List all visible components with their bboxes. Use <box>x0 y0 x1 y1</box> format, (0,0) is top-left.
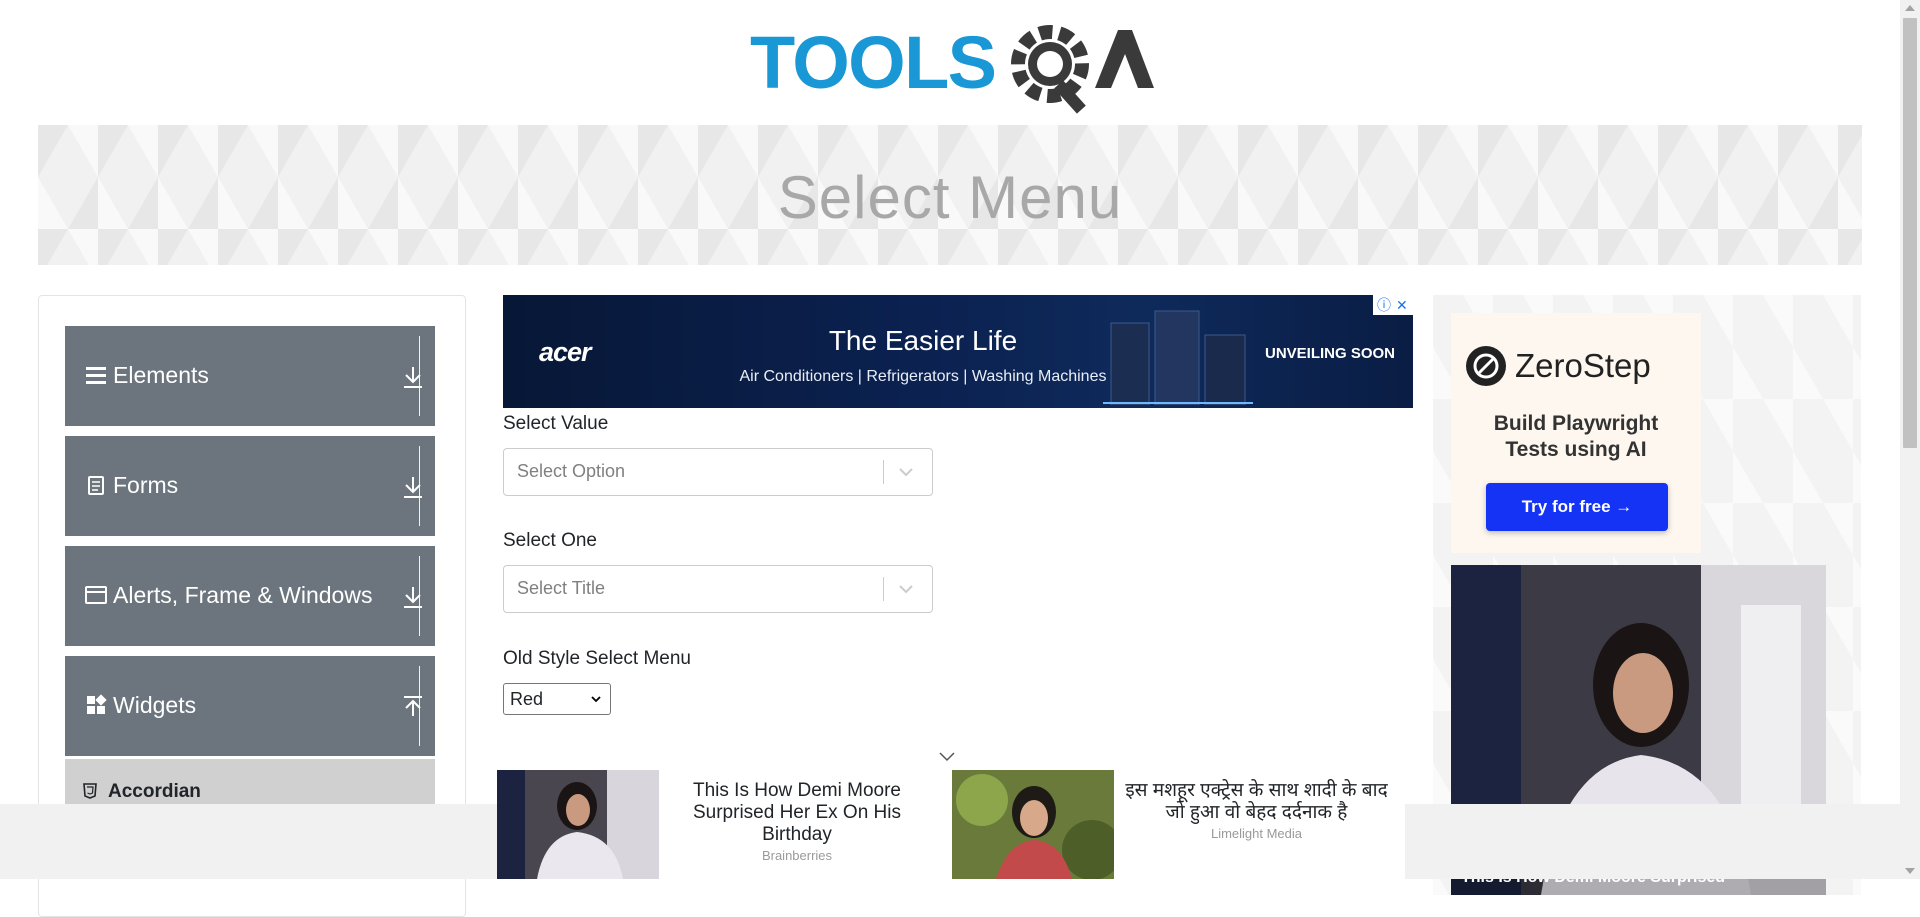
svg-text:TOOLS: TOOLS <box>750 21 998 104</box>
try-for-free-button[interactable]: Try for free → <box>1486 483 1668 531</box>
page-scrollbar[interactable] <box>1900 0 1920 879</box>
sidebar-group-forms[interactable]: Forms <box>65 436 435 536</box>
tagline-line: Build Playwright <box>1493 412 1659 435</box>
hamburger-icon <box>86 367 106 384</box>
ad-headline: The Easier Life <box>828 325 1018 356</box>
widgets-icon <box>87 694 107 714</box>
select-value-label: Select Value <box>503 413 609 434</box>
download-arrow-icon[interactable] <box>401 364 425 390</box>
sidebar-group-label: Forms <box>113 472 179 498</box>
indicator-separator <box>883 460 884 484</box>
promo2-image <box>952 770 1114 879</box>
sidebar-group-alerts-frame-windows[interactable]: Alerts, Frame & Windows <box>65 546 435 646</box>
promo2-source: Limelight Media <box>1210 826 1303 841</box>
html5-icon <box>83 783 97 799</box>
promo1-title[interactable]: This Is How Demi Moore Surprised Her Ex … <box>667 780 927 846</box>
sidebar-group-elements[interactable]: Elements <box>65 326 435 426</box>
ad-controls: ⓘ ✕ <box>1373 295 1413 315</box>
ad-close-icon[interactable]: ✕ <box>1396 297 1408 313</box>
old-style-selected-value: Red <box>510 689 544 709</box>
appliances-image <box>1103 310 1253 405</box>
select-value-placeholder: Select Option <box>517 461 626 481</box>
window-icon <box>85 586 107 604</box>
indicator-separator <box>883 577 884 601</box>
scroll-thumb[interactable] <box>1903 18 1917 448</box>
chevron-down-icon[interactable] <box>896 581 916 597</box>
promo1-thumbnail[interactable] <box>497 770 659 879</box>
tagline-line: Tests using AI <box>1505 438 1647 461</box>
ad-brand: acer <box>539 337 592 367</box>
ad-banner-acer[interactable]: acer The Easier Life Air Conditioners | … <box>503 295 1413 408</box>
download-arrow-icon[interactable] <box>401 584 425 610</box>
toolsqa-logo[interactable]: TOOLS <box>750 18 1154 114</box>
sidebar-group-label: Elements <box>113 362 209 388</box>
chevron-down-icon[interactable] <box>896 464 916 480</box>
download-arrow-icon[interactable] <box>401 474 425 500</box>
chevron-down-icon <box>591 696 601 703</box>
scroll-up-arrow-icon[interactable] <box>1905 5 1915 11</box>
scroll-down-arrow-icon[interactable] <box>1905 868 1915 874</box>
zerostep-brand: ZeroStep <box>1515 347 1651 384</box>
page-title-banner: Select Menu <box>38 125 1862 265</box>
bottom-ad-content: This Is How Demi Moore Surprised Her Ex … <box>497 770 1405 879</box>
select-value-dropdown[interactable]: Select Option <box>503 448 933 496</box>
document-icon <box>88 476 104 495</box>
sidebar-group-label: Widgets <box>113 692 197 718</box>
promo2-thumbnail[interactable] <box>952 770 1114 879</box>
chevron-down-icon[interactable] <box>937 750 957 764</box>
page-title: Select Menu <box>777 164 1123 231</box>
old-style-select-menu[interactable]: Red <box>503 683 611 715</box>
select-one-dropdown[interactable]: Select Title <box>503 565 933 613</box>
zerostep-logo-icon <box>1466 346 1506 386</box>
zerostep-tagline: Build Playwright Tests using AI <box>1461 411 1691 463</box>
promo1-image <box>497 770 659 879</box>
promo2-title[interactable]: इस मशहूर एक्ट्रेस के साथ शादी के बाद जो … <box>1114 780 1399 824</box>
upload-arrow-icon[interactable] <box>401 694 425 720</box>
old-style-select-label: Old Style Select Menu <box>503 648 691 669</box>
sidebar-group-label: Alerts, Frame & Windows <box>113 582 373 608</box>
select-one-placeholder: Select Title <box>517 578 606 598</box>
ad-cta: UNVEILING SOON <box>1265 345 1396 362</box>
sidebar-group-widgets[interactable]: Widgets <box>65 656 435 756</box>
zerostep-ad[interactable]: ZeroStep Build Playwright Tests using AI… <box>1451 313 1701 553</box>
sidebar-item-label: Accordian <box>108 781 201 802</box>
select-one-label: Select One <box>503 530 597 551</box>
ad-info-icon[interactable]: ⓘ <box>1377 297 1391 313</box>
promo1-source: Brainberries <box>761 848 833 863</box>
